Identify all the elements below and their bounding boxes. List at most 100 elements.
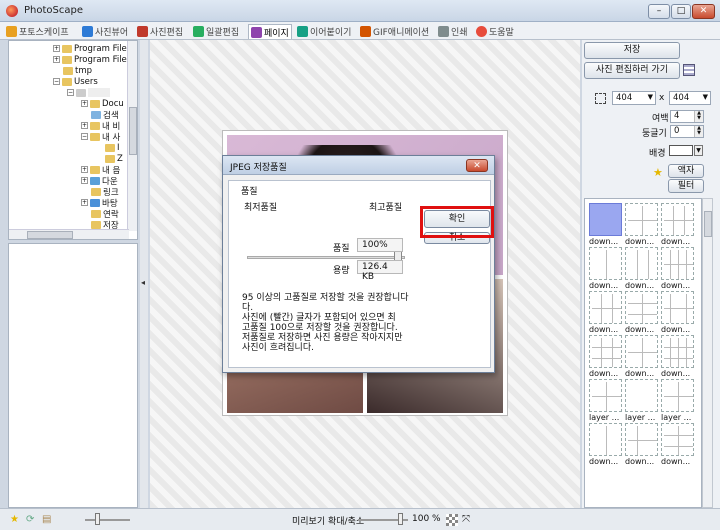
layout-template[interactable]: down... xyxy=(625,335,658,378)
layout-template[interactable]: down... xyxy=(661,291,694,334)
close-button[interactable]: ✕ xyxy=(692,4,715,19)
tab-combine[interactable]: 이어붙이기 xyxy=(297,24,351,39)
tab-editor[interactable]: 사진편집 xyxy=(137,24,183,39)
layout-template[interactable]: layer ... xyxy=(625,379,658,422)
layout-template[interactable]: down... xyxy=(589,335,622,378)
layout-template[interactable]: down... xyxy=(625,203,658,246)
rotate-icon[interactable]: ⟳ xyxy=(26,514,38,526)
tab-gif[interactable]: GIF애니메이션 xyxy=(360,24,429,39)
layout-template[interactable]: down... xyxy=(661,423,694,466)
spinner-arrows-icon[interactable]: ▲ ▼ xyxy=(694,126,703,137)
layout-divider xyxy=(592,358,621,359)
tree-item[interactable]: Z xyxy=(105,153,123,164)
tree-horizontal-scrollbar[interactable] xyxy=(9,229,129,239)
save-button[interactable]: 저장 xyxy=(584,42,680,59)
go-edit-button[interactable]: 사진 편집하러 가기 xyxy=(584,62,680,79)
expand-icon[interactable]: + xyxy=(81,100,88,107)
collapse-arrow-icon[interactable]: ◂ xyxy=(141,278,145,287)
expand-icon[interactable]: + xyxy=(53,56,60,63)
background-label: 배경 xyxy=(649,149,666,159)
collapse-icon[interactable]: − xyxy=(53,78,60,85)
layout-template[interactable]: down... xyxy=(589,291,622,334)
list-icon[interactable] xyxy=(683,64,695,76)
collapse-icon[interactable]: − xyxy=(67,89,74,96)
tree-item[interactable]: 링크 xyxy=(91,186,119,198)
layout-scrollbar[interactable] xyxy=(702,198,713,508)
layout-divider xyxy=(628,352,657,353)
fit-screen-icon[interactable]: ⤧ xyxy=(462,514,474,526)
tree-item[interactable]: + Docu xyxy=(81,98,124,109)
layout-template[interactable]: down... xyxy=(625,423,658,466)
panel-splitter[interactable]: ◂ xyxy=(140,40,148,508)
tab-viewer[interactable]: 사진뷰어 xyxy=(82,24,128,39)
color-dropdown-icon[interactable]: ▼ xyxy=(694,145,703,156)
height-select[interactable]: 404 ▼ xyxy=(669,91,711,105)
tree-item[interactable]: − 내 사 xyxy=(81,131,120,143)
tree-item[interactable]: + 바탕 xyxy=(81,197,118,209)
collapse-icon[interactable]: − xyxy=(81,133,88,140)
tab-label: 사진뷰어 xyxy=(95,28,129,38)
tab-help[interactable]: 도움말 xyxy=(476,24,514,39)
folder-tree[interactable]: + Program Files + Program Files tmp − Users… xyxy=(8,40,138,240)
tab-batch[interactable]: 일괄편집 xyxy=(193,24,239,39)
status-bar: ★ ⟳ ▤ 미리보기 확대/축소 100 % ⤧ xyxy=(0,508,720,530)
layout-caption: down... xyxy=(589,325,619,334)
scroll-thumb[interactable] xyxy=(129,107,137,155)
tab-label: 도움말 xyxy=(489,28,514,38)
tree-item[interactable]: − xyxy=(67,87,110,98)
scroll-thumb[interactable] xyxy=(704,211,712,237)
expand-icon[interactable]: + xyxy=(81,122,88,129)
layout-template[interactable]: layer ... xyxy=(661,379,694,422)
tree-item[interactable]: + 내 비 xyxy=(81,120,120,132)
tree-vertical-scrollbar[interactable] xyxy=(127,41,137,231)
tab-page[interactable]: 페이지 xyxy=(248,24,292,39)
folder-icon xyxy=(90,121,100,130)
thumbnail-list[interactable] xyxy=(8,243,138,508)
layout-template[interactable]: down... xyxy=(589,247,622,290)
expand-icon[interactable]: + xyxy=(81,199,88,206)
layout-template[interactable]: down... xyxy=(589,203,622,246)
margin-spinner[interactable]: 4 ▲ ▼ xyxy=(670,110,704,123)
scroll-thumb[interactable] xyxy=(27,231,73,239)
tree-item[interactable]: 검색 xyxy=(91,109,119,121)
frame-button[interactable]: 액자 xyxy=(668,164,704,178)
minimize-button[interactable]: – xyxy=(648,4,670,19)
tree-item[interactable]: 연락 xyxy=(91,208,119,220)
thumbnail-size-thumb[interactable] xyxy=(95,513,100,525)
expand-icon[interactable]: + xyxy=(53,45,60,52)
tree-item[interactable]: + Program Files xyxy=(53,43,131,54)
dialog-close-button[interactable]: ✕ xyxy=(466,159,488,172)
tree-item[interactable]: + 다운 xyxy=(81,175,118,187)
layout-template[interactable]: layer ... xyxy=(589,379,622,422)
layout-template[interactable]: down... xyxy=(625,247,658,290)
width-select[interactable]: 404 ▼ xyxy=(612,91,656,105)
expand-icon[interactable]: + xyxy=(81,177,88,184)
layout-template[interactable]: down... xyxy=(661,335,694,378)
star-icon[interactable]: ★ xyxy=(10,514,22,526)
zoom-slider-thumb[interactable] xyxy=(398,513,403,525)
layout-template[interactable]: down... xyxy=(661,247,694,290)
layout-template[interactable]: down... xyxy=(661,203,694,246)
tree-item[interactable]: I xyxy=(105,142,120,153)
spinner-arrows-icon[interactable]: ▲ ▼ xyxy=(694,111,703,122)
transparency-icon[interactable] xyxy=(446,514,458,526)
tree-item[interactable]: tmp xyxy=(63,65,92,76)
layout-template[interactable]: down... xyxy=(625,291,658,334)
layout-template-list[interactable]: down... down... down... down... down... down.… xyxy=(584,198,702,508)
filter-button[interactable]: 필터 xyxy=(668,179,704,193)
quality-slider-track[interactable] xyxy=(247,256,405,259)
background-color-swatch[interactable] xyxy=(669,145,693,156)
layout-caption: layer ... xyxy=(625,413,656,422)
maximize-button[interactable]: □ xyxy=(671,4,691,19)
thumbnail-size-slider[interactable] xyxy=(85,519,130,521)
round-spinner[interactable]: 0 ▲ ▼ xyxy=(670,125,704,138)
tree-item[interactable]: + 내 음 xyxy=(81,164,120,176)
tab-photoscape[interactable]: 포토스케이프 xyxy=(6,24,69,39)
expand-icon[interactable]: + xyxy=(81,166,88,173)
folder-open-icon[interactable]: ▤ xyxy=(42,514,54,526)
tree-item[interactable]: + Program Files xyxy=(53,54,131,65)
tab-print[interactable]: 인쇄 xyxy=(438,24,468,39)
layout-divider xyxy=(664,446,693,447)
tree-item[interactable]: − Users xyxy=(53,76,98,87)
layout-template[interactable]: down... xyxy=(589,423,622,466)
